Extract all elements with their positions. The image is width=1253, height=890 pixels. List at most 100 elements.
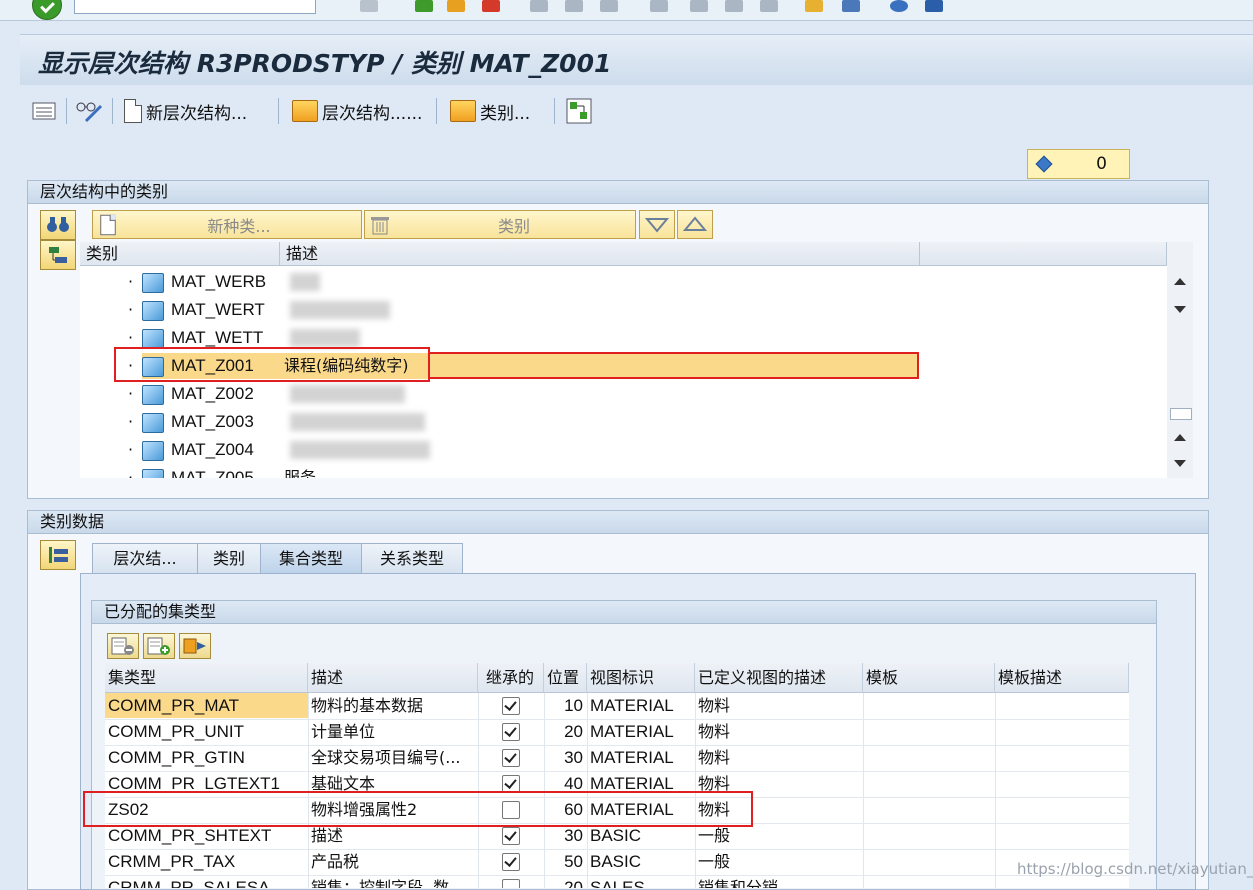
binoculars-icon [47, 217, 69, 232]
inherited-checkbox[interactable] [502, 697, 520, 715]
column-header-empty [920, 242, 1167, 266]
new-document-icon [100, 214, 116, 235]
layout-menu-icon[interactable] [925, 0, 943, 12]
next-page-icon[interactable] [725, 0, 743, 12]
shortcut-icon[interactable] [842, 0, 860, 12]
category-button[interactable]: 类别... [450, 96, 530, 126]
tree-expand-button[interactable] [40, 240, 76, 270]
back-icon[interactable] [415, 0, 433, 12]
help-icon[interactable] [890, 0, 908, 12]
display-list-button[interactable] [32, 96, 56, 126]
column-header-set-type[interactable]: 集类型 [105, 663, 308, 693]
description-cell: 物料的基本数据 [311, 696, 424, 715]
column-header-view-id[interactable]: 视图标识 [587, 663, 695, 693]
remove-row-button[interactable] [107, 633, 139, 659]
redacted-text [290, 413, 425, 431]
tree-view-button[interactable] [40, 540, 76, 570]
column-header-category[interactable]: 类别 [80, 242, 280, 266]
open-folder-icon [450, 100, 476, 122]
exit-icon[interactable] [447, 0, 465, 12]
counter-field[interactable]: 0 [1027, 149, 1130, 179]
tree-row[interactable]: · MAT_WERT [80, 296, 1167, 324]
column-header-position[interactable]: 位置 [544, 663, 587, 693]
table-row[interactable]: CRMM_PR_TAX 产品税 50 BASIC 一般 [105, 849, 1129, 876]
column-header-view-description[interactable]: 已定义视图的描述 [695, 663, 863, 693]
position-cell: 50 [564, 852, 583, 871]
command-field[interactable] [74, 0, 316, 14]
first-page-icon[interactable] [650, 0, 668, 12]
column-header-description[interactable]: 描述 [280, 242, 920, 266]
tree-row[interactable]: · MAT_Z003 [80, 408, 1167, 436]
scroll-thumb[interactable] [1170, 408, 1192, 420]
new-category-label: 新种类... [207, 216, 271, 236]
column-header-inherited[interactable]: 继承的 [478, 663, 544, 693]
table-row[interactable]: COMM_PR_GTIN 全球交易项目编号(... 30 MATERIAL 物料 [105, 745, 1129, 772]
enter-check-icon[interactable] [32, 0, 62, 20]
tree-row[interactable]: · MAT_Z002 [80, 380, 1167, 408]
tab-label: 类别 [212, 549, 245, 568]
glasses-pencil-icon [76, 102, 103, 123]
description-cell: 产品税 [311, 852, 360, 871]
tree-bullet: · [128, 468, 134, 478]
tab-hierarchy[interactable]: 层次结... [92, 543, 198, 574]
delete-category-button[interactable]: 类别 [364, 210, 636, 239]
class-cube-icon [142, 469, 164, 478]
inherited-checkbox[interactable] [502, 749, 520, 767]
create-session-icon[interactable] [805, 0, 823, 12]
last-page-icon[interactable] [760, 0, 778, 12]
tree-row[interactable]: · MAT_Z005 服务 [80, 464, 1167, 478]
toolbar-separator [66, 98, 67, 124]
move-down-button[interactable] [639, 210, 675, 239]
view-id-cell: MATERIAL [590, 696, 674, 715]
column-header-template-description[interactable]: 模板描述 [995, 663, 1129, 693]
hierarchy-button[interactable]: 层次结构...... [292, 96, 422, 126]
tab-set-types[interactable]: 集合类型 [260, 543, 362, 574]
tab-relation-types[interactable]: 关系类型 [361, 543, 463, 574]
scroll-down-icon[interactable] [1174, 306, 1186, 313]
new-category-button[interactable]: 新种类... [92, 210, 362, 239]
tab-category[interactable]: 类别 [197, 543, 261, 574]
group-title: 已分配的集类型 [92, 601, 1156, 624]
redacted-text [290, 273, 320, 291]
position-cell: 30 [564, 748, 583, 767]
column-header-description[interactable]: 描述 [308, 663, 478, 693]
open-folder-icon [292, 100, 318, 122]
find-next-icon[interactable] [600, 0, 618, 12]
inherited-checkbox[interactable] [502, 879, 520, 888]
view-description-cell: 物料 [698, 722, 731, 741]
cancel-icon[interactable] [482, 0, 500, 12]
inherited-checkbox[interactable] [502, 853, 520, 871]
view-id-cell: MATERIAL [590, 748, 674, 767]
toolbar-separator [436, 98, 437, 124]
table-row[interactable]: COMM_PR_MAT 物料的基本数据 10 MATERIAL 物料 [105, 693, 1129, 720]
new-hierarchy-label: 新层次结构... [146, 103, 248, 124]
counter-value: 0 [1096, 154, 1107, 174]
tree-icon [49, 547, 68, 563]
annotation-box-category [114, 347, 430, 382]
add-row-button[interactable] [143, 633, 175, 659]
find-button[interactable] [40, 210, 76, 240]
scroll-up-icon[interactable] [1174, 278, 1186, 285]
find-icon[interactable] [565, 0, 583, 12]
where-used-button[interactable] [566, 96, 592, 126]
inherited-checkbox[interactable] [502, 827, 520, 845]
column-header-template[interactable]: 模板 [863, 663, 995, 693]
tree-row[interactable]: · MAT_WERB [80, 268, 1167, 296]
table-row[interactable]: CRMM_PR_SALESA 销售：控制字段, 数... 20 SALES 销售… [105, 875, 1129, 888]
prev-page-icon[interactable] [690, 0, 708, 12]
tree-scrollbar[interactable] [1167, 242, 1193, 478]
save-icon[interactable] [360, 0, 378, 12]
system-toolbar [0, 0, 1253, 21]
table-row[interactable]: COMM_PR_SHTEXT 描述 30 BASIC 一般 [105, 823, 1129, 850]
page-down-icon[interactable] [1174, 460, 1186, 467]
page-up-icon[interactable] [1174, 434, 1186, 441]
transfer-button[interactable] [179, 633, 211, 659]
move-up-button[interactable] [677, 210, 713, 239]
group-title: 层次结构中的类别 [28, 181, 1208, 204]
new-hierarchy-button[interactable]: 新层次结构... [124, 96, 247, 126]
print-icon[interactable] [530, 0, 548, 12]
inherited-checkbox[interactable] [502, 723, 520, 741]
display-change-button[interactable] [74, 96, 104, 126]
table-row[interactable]: COMM_PR_UNIT 计量单位 20 MATERIAL 物料 [105, 719, 1129, 746]
tree-row[interactable]: · MAT_Z004 [80, 436, 1167, 464]
